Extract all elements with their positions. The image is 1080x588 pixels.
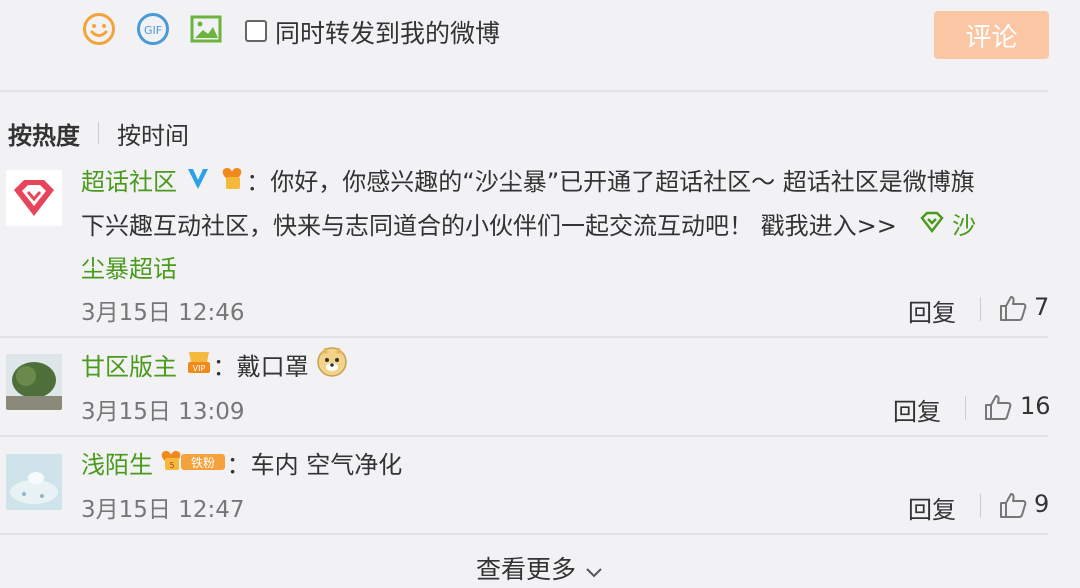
thumbs-up-icon[interactable] — [983, 392, 1013, 422]
fans-level-text: 5 — [169, 461, 174, 470]
comment-text: 超话社区 ：你好，你感兴趣的“沙尘暴”已开通了超话社区～ 超话社区是微博旗 下兴… — [81, 161, 1051, 291]
comment-time: 3月15日 12:47 — [81, 497, 245, 523]
view-more-button[interactable]: 查看更多 — [0, 550, 1080, 586]
divider — [0, 435, 1048, 437]
action-separator — [965, 396, 966, 420]
like-count: 16 — [1020, 392, 1051, 420]
topic-link-part1[interactable]: 沙 — [952, 212, 976, 240]
chevron-down-icon — [584, 557, 604, 586]
thumbs-up-icon[interactable] — [998, 490, 1028, 520]
avatar[interactable] — [6, 170, 62, 226]
repost-label: 同时转发到我的微博 — [275, 19, 501, 48]
reply-button[interactable]: 回复 — [893, 392, 941, 427]
fans-badge-icon: 5 铁粉 — [161, 445, 227, 488]
comment-body-line1: ：你好，你感兴趣的“沙尘暴”已开通了超话社区～ 超话社区是微博旗 — [246, 168, 975, 196]
tab-separator — [98, 122, 99, 144]
vip-badge-icon: VIP — [185, 347, 213, 390]
divider — [0, 533, 1048, 535]
action-separator — [980, 297, 981, 321]
fans-badge-icon — [218, 162, 246, 205]
tab-sort-hot[interactable]: 按热度 — [8, 116, 80, 151]
thumbs-up-icon[interactable] — [998, 293, 1028, 323]
image-icon[interactable] — [189, 12, 223, 46]
comment-author-name[interactable]: 超话社区 — [81, 168, 177, 196]
comment-composer-toolbar: GIF 同时转发到我的微博 评论 — [0, 0, 1080, 72]
smile-icon[interactable] — [82, 12, 116, 46]
comment-body: ：戴口罩 — [212, 353, 309, 381]
comment-author-name[interactable]: 甘区版主 — [81, 353, 177, 381]
topic-icon — [919, 205, 945, 248]
vip-badge-text: VIP — [192, 364, 205, 373]
topic-link-part2[interactable]: 尘暴超话 — [81, 255, 177, 283]
repost-checkbox[interactable] — [245, 20, 267, 42]
comment-time: 3月15日 13:09 — [81, 399, 245, 425]
divider — [0, 336, 1048, 338]
tab-sort-time[interactable]: 按时间 — [117, 116, 189, 151]
action-separator — [980, 494, 981, 518]
gif-icon[interactable]: GIF — [136, 12, 170, 46]
comment-text: 甘区版主 VIP ：戴口罩 — [81, 345, 348, 391]
like-count: 9 — [1034, 490, 1050, 518]
comment-author-name[interactable]: 浅陌生 — [81, 451, 153, 479]
fans-badge-text: 铁粉 — [191, 456, 215, 470]
comment-submit-button[interactable]: 评论 — [934, 11, 1049, 59]
like-count: 7 — [1034, 293, 1050, 321]
comment-text: 浅陌生 5 铁粉 ：车内 空气净化 — [81, 444, 402, 488]
view-more-label: 查看更多 — [476, 555, 577, 584]
svg-text:GIF: GIF — [144, 24, 162, 37]
sort-tabs: 按热度 按时间 — [8, 116, 189, 150]
comment-body: ：车内 空气净化 — [226, 451, 403, 479]
verified-icon — [185, 162, 211, 205]
reply-button[interactable]: 回复 — [908, 490, 956, 525]
reply-button[interactable]: 回复 — [908, 293, 956, 328]
divider — [0, 90, 1048, 92]
doge-emoji-icon — [316, 345, 348, 391]
comment-body-line2: 下兴趣互动社区，快来与志同道合的小伙伴们一起交流互动吧！ 戳我进入>> — [81, 211, 897, 240]
comment-time: 3月15日 12:46 — [81, 300, 245, 326]
avatar[interactable] — [6, 354, 62, 410]
avatar[interactable] — [6, 454, 62, 510]
